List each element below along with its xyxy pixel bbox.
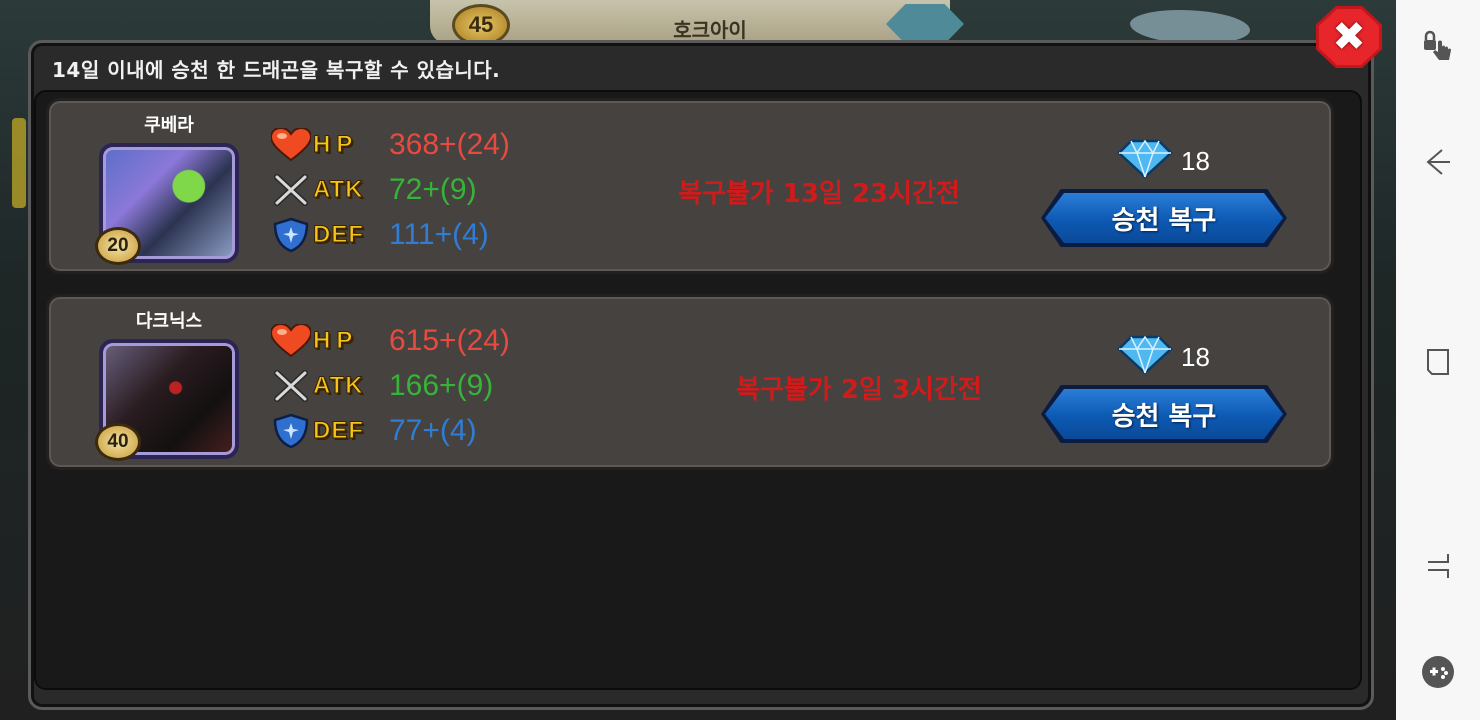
dragon-name: 쿠베라 <box>144 115 194 136</box>
heart-icon <box>269 128 313 162</box>
hp-stat: HP 615+(24) <box>269 321 510 361</box>
close-button[interactable]: ✖ <box>1316 6 1382 68</box>
diamond-icon <box>1117 335 1173 379</box>
restore-status: 복구불가 13일 23시간전 <box>678 179 960 209</box>
background-player-name: 호크아이 <box>673 18 747 42</box>
def-label: DEF <box>313 417 364 445</box>
ascension-restore-button[interactable]: 승천 복구 <box>1041 385 1287 443</box>
atk-label: ATK <box>313 176 364 204</box>
dragon-card: 다크닉스 40 HP 615+(24) ATK 166+(9) DEF 77+(… <box>46 294 1334 470</box>
heart-icon <box>269 324 313 358</box>
ascension-restore-button[interactable]: 승천 복구 <box>1041 189 1287 247</box>
background-accent <box>12 118 26 208</box>
button-label: 승천 복구 <box>1111 205 1217 236</box>
hp-value: 615+(24) <box>389 324 510 357</box>
atk-value: 72+(9) <box>389 173 477 206</box>
crossed-swords-icon <box>269 173 313 207</box>
gem-cost: 18 <box>1117 139 1210 183</box>
dragon-name: 다크닉스 <box>135 311 203 332</box>
atk-label: ATK <box>313 372 364 400</box>
hp-value: 368+(24) <box>389 128 510 161</box>
gem-count: 18 <box>1181 341 1210 372</box>
shield-icon <box>269 217 313 253</box>
diamond-icon <box>1117 139 1173 183</box>
crossed-swords-icon <box>269 369 313 403</box>
def-value: 111+(4) <box>389 218 489 251</box>
modal-notice: 14일 이내에 승천 한 드래곤을 복구할 수 있습니다. <box>52 58 501 82</box>
game-tools-icon[interactable] <box>1416 650 1460 694</box>
button-label: 승천 복구 <box>1111 401 1217 432</box>
def-label: DEF <box>313 221 364 249</box>
dragon-card: 쿠베라 20 HP 368+(24) ATK 72+(9) DEF 111+(4… <box>46 98 1334 274</box>
gem-count: 18 <box>1181 145 1210 176</box>
def-value: 77+(4) <box>389 414 477 447</box>
hp-stat: HP 368+(24) <box>269 125 510 165</box>
close-x-icon: ✖ <box>1332 14 1366 60</box>
home-icon[interactable] <box>1416 544 1460 588</box>
atk-stat: ATK 72+(9) <box>269 170 477 210</box>
atk-stat: ATK 166+(9) <box>269 366 493 406</box>
def-stat: DEF 111+(4) <box>269 215 489 255</box>
gem-cost: 18 <box>1117 335 1210 379</box>
back-icon[interactable] <box>1416 140 1460 184</box>
atk-value: 166+(9) <box>389 369 494 402</box>
shield-icon <box>269 413 313 449</box>
system-nav-bar <box>1396 0 1480 720</box>
def-stat: DEF 77+(4) <box>269 411 477 451</box>
hp-label: HP <box>313 327 359 355</box>
touch-lock-icon[interactable] <box>1416 24 1460 68</box>
hp-label: HP <box>313 131 359 159</box>
dragon-level-badge: 20 <box>95 227 141 265</box>
background-decoration <box>1130 10 1250 44</box>
dragon-level-badge: 40 <box>95 423 141 461</box>
recent-apps-icon[interactable] <box>1416 340 1460 384</box>
restore-status: 복구불가 2일 3시간전 <box>736 375 982 405</box>
